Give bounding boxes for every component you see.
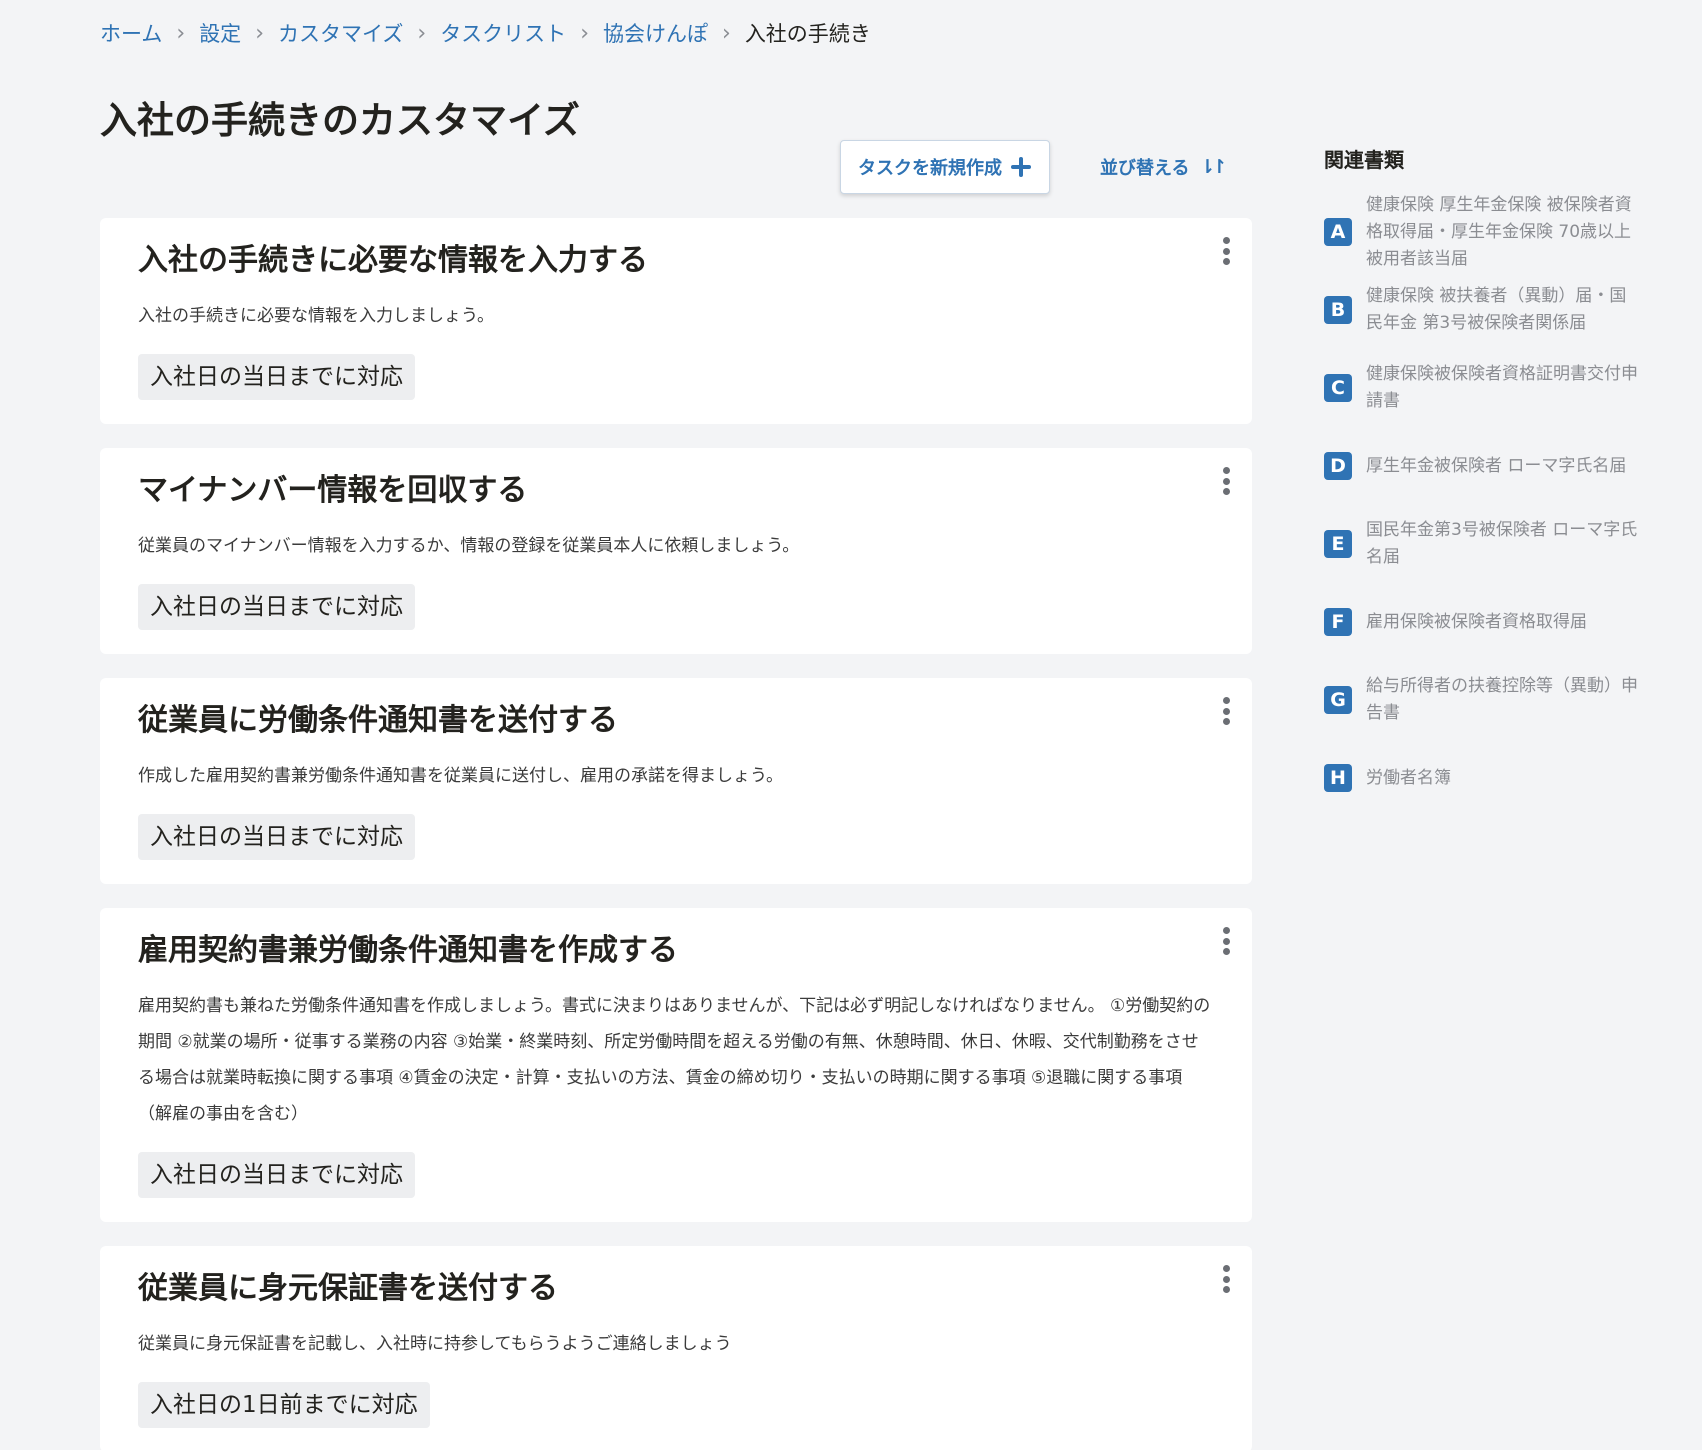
doc-badge-a: A — [1324, 218, 1352, 246]
task-card[interactable]: 雇用契約書兼労働条件通知書を作成する 雇用契約書も兼ねた労働条件通知書を作成しま… — [100, 908, 1252, 1222]
breadcrumb-home[interactable]: ホーム — [100, 18, 162, 48]
doc-label-f: 雇用保険被保険者資格取得届 — [1366, 611, 1587, 632]
task-title: マイナンバー情報を回収する — [138, 473, 528, 508]
more-options-icon[interactable] — [1216, 234, 1236, 268]
task-description: 従業員に身元保証書を記載し、入社時に持参してもらうようご連絡しましょう — [138, 1334, 732, 1354]
task-title: 従業員に身元保証書を送付する — [138, 1271, 558, 1306]
doc-label-e: 国民年金第3号被保険者 ローマ字氏名届 — [1366, 520, 1638, 567]
task-title: 入社の手続きに必要な情報を入力する — [138, 243, 648, 278]
sort-arrows-icon: ⇂↾ — [1199, 156, 1227, 178]
breadcrumb-task-list[interactable]: タスクリスト — [440, 18, 566, 48]
chevron-right-icon: › — [176, 20, 186, 46]
doc-label-h: 労働者名簿 — [1366, 767, 1451, 788]
task-card[interactable]: 従業員に労働条件通知書を送付する 作成した雇用契約書兼労働条件通知書を従業員に送… — [100, 678, 1252, 884]
page-title: 入社の手続きのカスタマイズ — [100, 99, 580, 142]
deadline-badge: 入社日の当日までに対応 — [138, 1152, 415, 1198]
chevron-right-icon: › — [722, 20, 731, 46]
chevron-right-icon: › — [255, 20, 264, 46]
new-task-button[interactable]: タスクを新規作成 — [840, 140, 1050, 194]
doc-badge-d: D — [1324, 452, 1352, 480]
deadline-badge: 入社日の当日までに対応 — [138, 814, 415, 860]
document-item-d[interactable]: D 厚生年金被保険者 ローマ字氏名届 — [1324, 439, 1664, 493]
doc-badge-b: B — [1324, 296, 1352, 324]
document-item-f[interactable]: F 雇用保険被保険者資格取得届 — [1324, 595, 1664, 649]
task-card[interactable]: マイナンバー情報を回収する 従業員のマイナンバー情報を入力するか、情報の登録を従… — [100, 448, 1252, 654]
task-description: 従業員のマイナンバー情報を入力するか、情報の登録を従業員本人に依頼しましょう。 — [138, 536, 800, 556]
chevron-right-icon: › — [417, 20, 427, 46]
document-item-g[interactable]: G 給与所得者の扶養控除等（異動）申告書 — [1324, 673, 1664, 727]
doc-label-b: 健康保険 被扶養者（異動）届・国民年金 第3号被保険者関係届 — [1366, 286, 1627, 333]
related-documents-sidebar: 関連書類 A 健康保険 厚生年金保険 被保険者資格取得届・厚生年金保険 70歳以… — [1324, 144, 1664, 805]
doc-label-d: 厚生年金被保険者 ローマ字氏名届 — [1366, 455, 1627, 476]
chevron-right-icon: › — [580, 20, 589, 46]
deadline-badge: 入社日の1日前までに対応 — [138, 1382, 430, 1428]
breadcrumb-settings[interactable]: 設定 — [199, 18, 241, 48]
sort-button[interactable]: 並び替える ⇂↾ — [1100, 154, 1227, 180]
doc-badge-f: F — [1324, 608, 1352, 636]
task-description: 入社の手続きに必要な情報を入力しましょう。 — [138, 306, 494, 326]
sidebar-title: 関連書類 — [1324, 148, 1404, 172]
new-task-button-label: タスクを新規作成 — [858, 158, 1002, 179]
doc-label-g: 給与所得者の扶養控除等（異動）申告書 — [1366, 676, 1638, 723]
document-item-e[interactable]: E 国民年金第3号被保険者 ローマ字氏名届 — [1324, 517, 1664, 571]
document-item-a[interactable]: A 健康保険 厚生年金保険 被保険者資格取得届・厚生年金保険 70歳以上被用者該… — [1324, 191, 1664, 273]
task-description: 作成した雇用契約書兼労働条件通知書を従業員に送付し、雇用の承諾を得ましょう。 — [138, 766, 783, 786]
doc-badge-c: C — [1324, 374, 1352, 402]
task-title: 従業員に労働条件通知書を送付する — [138, 703, 618, 738]
doc-badge-e: E — [1324, 530, 1352, 558]
doc-label-a: 健康保険 厚生年金保険 被保険者資格取得届・厚生年金保険 70歳以上被用者該当届 — [1366, 194, 1632, 269]
more-options-icon[interactable] — [1216, 464, 1236, 498]
more-options-icon[interactable] — [1216, 924, 1236, 958]
plus-icon — [1010, 156, 1032, 178]
more-options-icon[interactable] — [1216, 1262, 1236, 1296]
doc-badge-h: H — [1324, 764, 1352, 792]
breadcrumb-customize[interactable]: カスタマイズ — [278, 18, 403, 48]
task-card[interactable]: 入社の手続きに必要な情報を入力する 入社の手続きに必要な情報を入力しましょう。 … — [100, 218, 1252, 424]
doc-badge-g: G — [1324, 686, 1352, 714]
doc-label-c: 健康保険被保険者資格証明書交付申請書 — [1366, 364, 1638, 411]
task-card[interactable]: 従業員に身元保証書を送付する 従業員に身元保証書を記載し、入社時に持参してもらう… — [100, 1246, 1252, 1450]
task-description: 雇用契約書も兼ねた労働条件通知書を作成しましょう。書式に決まりはありませんが、下… — [138, 996, 1211, 1124]
deadline-badge: 入社日の当日までに対応 — [138, 584, 415, 630]
deadline-badge: 入社日の当日までに対応 — [138, 354, 415, 400]
document-item-b[interactable]: B 健康保険 被扶養者（異動）届・国民年金 第3号被保険者関係届 — [1324, 283, 1664, 337]
breadcrumb-current: 入社の手続き — [744, 22, 871, 46]
document-item-h[interactable]: H 労働者名簿 — [1324, 751, 1664, 805]
breadcrumb-kyokai-kenpo[interactable]: 協会けんぽ — [603, 18, 708, 48]
task-title: 雇用契約書兼労働条件通知書を作成する — [138, 933, 678, 968]
more-options-icon[interactable] — [1216, 694, 1236, 728]
task-list: 入社の手続きに必要な情報を入力する 入社の手続きに必要な情報を入力しましょう。 … — [100, 218, 1252, 1450]
sort-button-label: 並び替える — [1100, 158, 1190, 179]
toolbar: タスクを新規作成 並び替える ⇂↾ — [840, 140, 1227, 194]
document-item-c[interactable]: C 健康保険被保険者資格証明書交付申請書 — [1324, 361, 1664, 415]
breadcrumb: ホーム › 設定 › カスタマイズ › タスクリスト › 協会けんぽ › 入社の… — [100, 18, 871, 48]
